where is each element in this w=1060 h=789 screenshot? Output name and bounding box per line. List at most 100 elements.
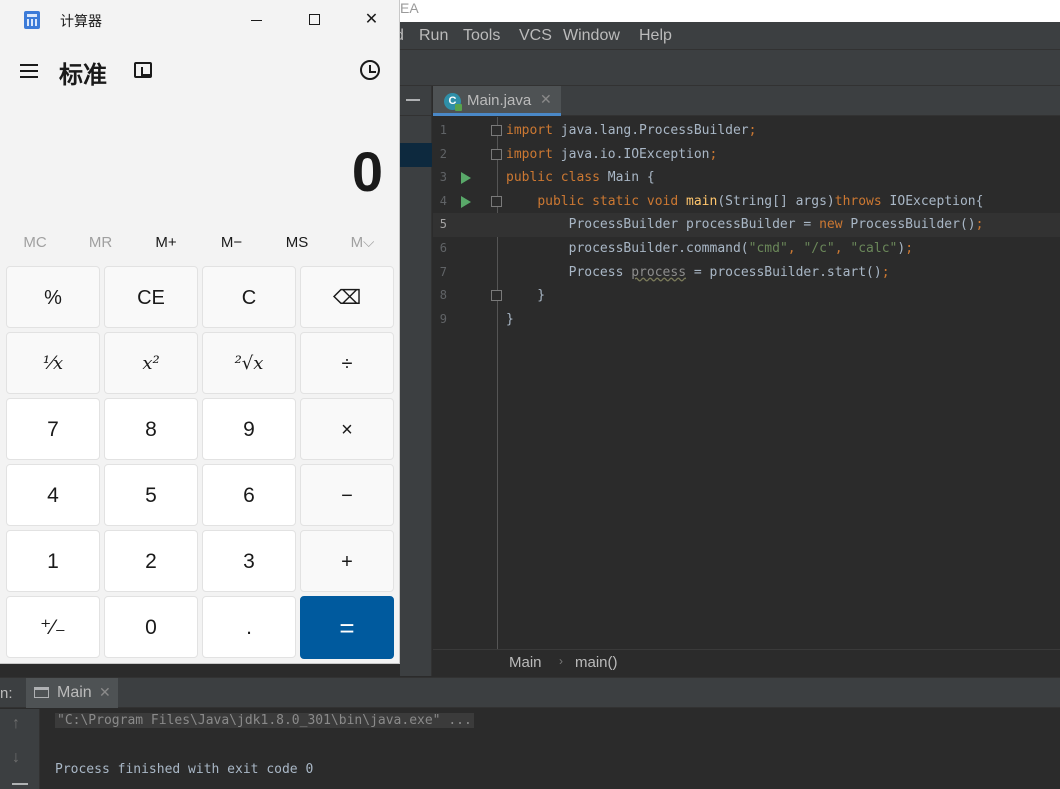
menu-tools[interactable]: Tools — [463, 26, 500, 46]
memory-button[interactable]: MS — [264, 234, 330, 251]
console-command-line: "C:\Program Files\Java\jdk1.8.0_301\bin\… — [55, 713, 474, 728]
minimize-icon — [251, 20, 262, 21]
percent-button[interactable]: % — [6, 266, 100, 328]
mode-title: 标准 — [59, 62, 107, 89]
code-line[interactable]: 7 Process process = processBuilder.start… — [433, 261, 1060, 285]
ide-title: EA — [400, 0, 419, 16]
run-console[interactable]: ↑ ↓ "C:\Program Files\Java\jdk1.8.0_301\… — [0, 709, 1060, 789]
digit-0-button[interactable]: 0 — [104, 596, 198, 658]
minimize-button[interactable] — [229, 0, 286, 40]
calculator-app-icon — [24, 11, 40, 29]
code-line[interactable]: 1 import java.lang.ProcessBuilder; — [433, 119, 1060, 143]
arrow-down-icon[interactable]: ↓ — [12, 749, 20, 767]
digit-4-button[interactable]: 4 — [6, 464, 100, 526]
calculator-header: 标准 — [0, 48, 400, 92]
line-number: 9 — [439, 311, 447, 326]
tab-main-java[interactable]: C Main.java ✕ — [433, 86, 561, 116]
digit-7-button[interactable]: 7 — [6, 398, 100, 460]
calculator-window: 计算器 ✕ 标准 0 MC MR M+ M− MS M⌵ % CE C ⌫ ¹⁄x x² ²√x ÷ 7 8… — [0, 0, 400, 664]
memory-button[interactable]: M+ — [133, 234, 199, 251]
digit-9-button[interactable]: 9 — [202, 398, 296, 460]
add-button[interactable]: + — [300, 530, 394, 592]
menu-help[interactable]: Help — [639, 26, 672, 46]
digit-3-button[interactable]: 3 — [202, 530, 296, 592]
memory-button[interactable]: MR — [68, 234, 134, 251]
memory-row: MC MR M+ M− MS M⌵ — [0, 228, 400, 258]
desktop: EA d Run Tools VCS Window Help C Main.ja… — [0, 0, 1060, 789]
menu-window[interactable]: Window — [563, 26, 620, 46]
history-icon[interactable] — [360, 60, 380, 80]
wrap-icon[interactable] — [12, 783, 28, 785]
line-number: 6 — [439, 241, 447, 255]
hamburger-menu-icon[interactable] — [20, 64, 38, 78]
divide-button[interactable]: ÷ — [300, 332, 394, 394]
close-button[interactable]: ✕ — [343, 0, 400, 40]
reciprocal-button[interactable]: ¹⁄x — [6, 332, 100, 394]
chevron-right-icon: › — [559, 654, 563, 668]
negate-button[interactable]: ⁺⁄₋ — [6, 596, 100, 658]
code-line[interactable]: 6 processBuilder.command("cmd", "/c", "c… — [433, 237, 1060, 261]
menu-run[interactable]: Run — [419, 26, 448, 46]
equals-button[interactable]: = — [300, 596, 394, 659]
digit-6-button[interactable]: 6 — [202, 464, 296, 526]
fold-icon[interactable] — [491, 148, 502, 160]
run-tab-main[interactable]: Main ✕ — [26, 678, 118, 708]
code-text: processBuilder.command("cmd", "/c", "cal… — [506, 241, 914, 256]
run-tool-header: n: Main ✕ — [0, 677, 1060, 708]
code-line[interactable]: 3 public class Main { — [433, 166, 1060, 190]
arrow-up-icon[interactable]: ↑ — [12, 715, 20, 733]
memory-button[interactable]: M⌵ — [330, 234, 396, 251]
console-toolbar: ↑ ↓ — [0, 709, 40, 789]
multiply-button[interactable]: × — [300, 398, 394, 460]
digit-1-button[interactable]: 1 — [6, 530, 100, 592]
code-line[interactable]: 9} — [433, 308, 1060, 332]
collapse-icon[interactable] — [406, 99, 420, 101]
memory-button[interactable]: M− — [199, 234, 265, 251]
code-text: } — [506, 311, 514, 327]
code-line[interactable]: 8 } — [433, 284, 1060, 308]
line-number: 8 — [439, 288, 447, 303]
memory-button[interactable]: MC — [2, 234, 68, 251]
clear-button[interactable]: C — [202, 266, 296, 328]
close-icon[interactable]: ✕ — [540, 91, 552, 108]
editor-tabbar: C Main.java ✕ — [433, 86, 1060, 116]
digit-5-button[interactable]: 5 — [104, 464, 198, 526]
code-line[interactable]: 2 import java.io.IOException; — [433, 143, 1060, 167]
code-text: public static void main(String[] args)th… — [537, 193, 984, 209]
square-button[interactable]: x² — [104, 332, 198, 394]
clear-entry-button[interactable]: CE — [104, 266, 198, 328]
fold-icon[interactable] — [491, 195, 502, 207]
maximize-button[interactable] — [286, 0, 343, 40]
project-selected-row[interactable] — [400, 143, 432, 167]
fold-icon[interactable] — [491, 125, 502, 136]
run-gutter-icon[interactable] — [461, 195, 471, 208]
code-text: } — [506, 288, 546, 304]
line-number: 1 — [439, 123, 447, 137]
menu-vcs[interactable]: VCS — [519, 26, 552, 46]
subtract-button[interactable]: − — [300, 464, 394, 526]
run-tab-label: Main — [57, 684, 92, 701]
code-line[interactable]: 5 ProcessBuilder processBuilder = new Pr… — [433, 213, 1060, 237]
run-gutter-icon[interactable] — [461, 172, 471, 185]
square-root-button[interactable]: ²√x — [202, 332, 296, 394]
digit-2-button[interactable]: 2 — [104, 530, 198, 592]
digit-8-button[interactable]: 8 — [104, 398, 198, 460]
run-prefix: n: — [0, 685, 13, 702]
keep-on-top-icon[interactable] — [134, 62, 152, 78]
decimal-button[interactable]: . — [202, 596, 296, 658]
breadcrumb-class[interactable]: Main — [509, 654, 542, 671]
breadcrumb-method[interactable]: main() — [575, 654, 618, 671]
fold-icon[interactable] — [491, 290, 502, 302]
code-text: import java.lang.ProcessBuilder; — [506, 123, 757, 138]
code-editor[interactable]: 1 import java.lang.ProcessBuilder; 2 import… — [433, 117, 1060, 649]
maximize-icon — [309, 14, 320, 25]
backspace-button[interactable]: ⌫ — [300, 266, 394, 328]
code-line[interactable]: 4 public static void main(String[] args)… — [433, 190, 1060, 214]
close-icon[interactable]: ✕ — [99, 684, 111, 701]
line-number: 2 — [439, 146, 447, 161]
line-number: 4 — [439, 193, 447, 208]
close-icon: ✕ — [364, 11, 379, 28]
tab-label: Main.java — [467, 92, 532, 109]
code-text: Process process = processBuilder.start()… — [506, 264, 890, 280]
code-text: ProcessBuilder processBuilder = new Proc… — [506, 217, 984, 233]
